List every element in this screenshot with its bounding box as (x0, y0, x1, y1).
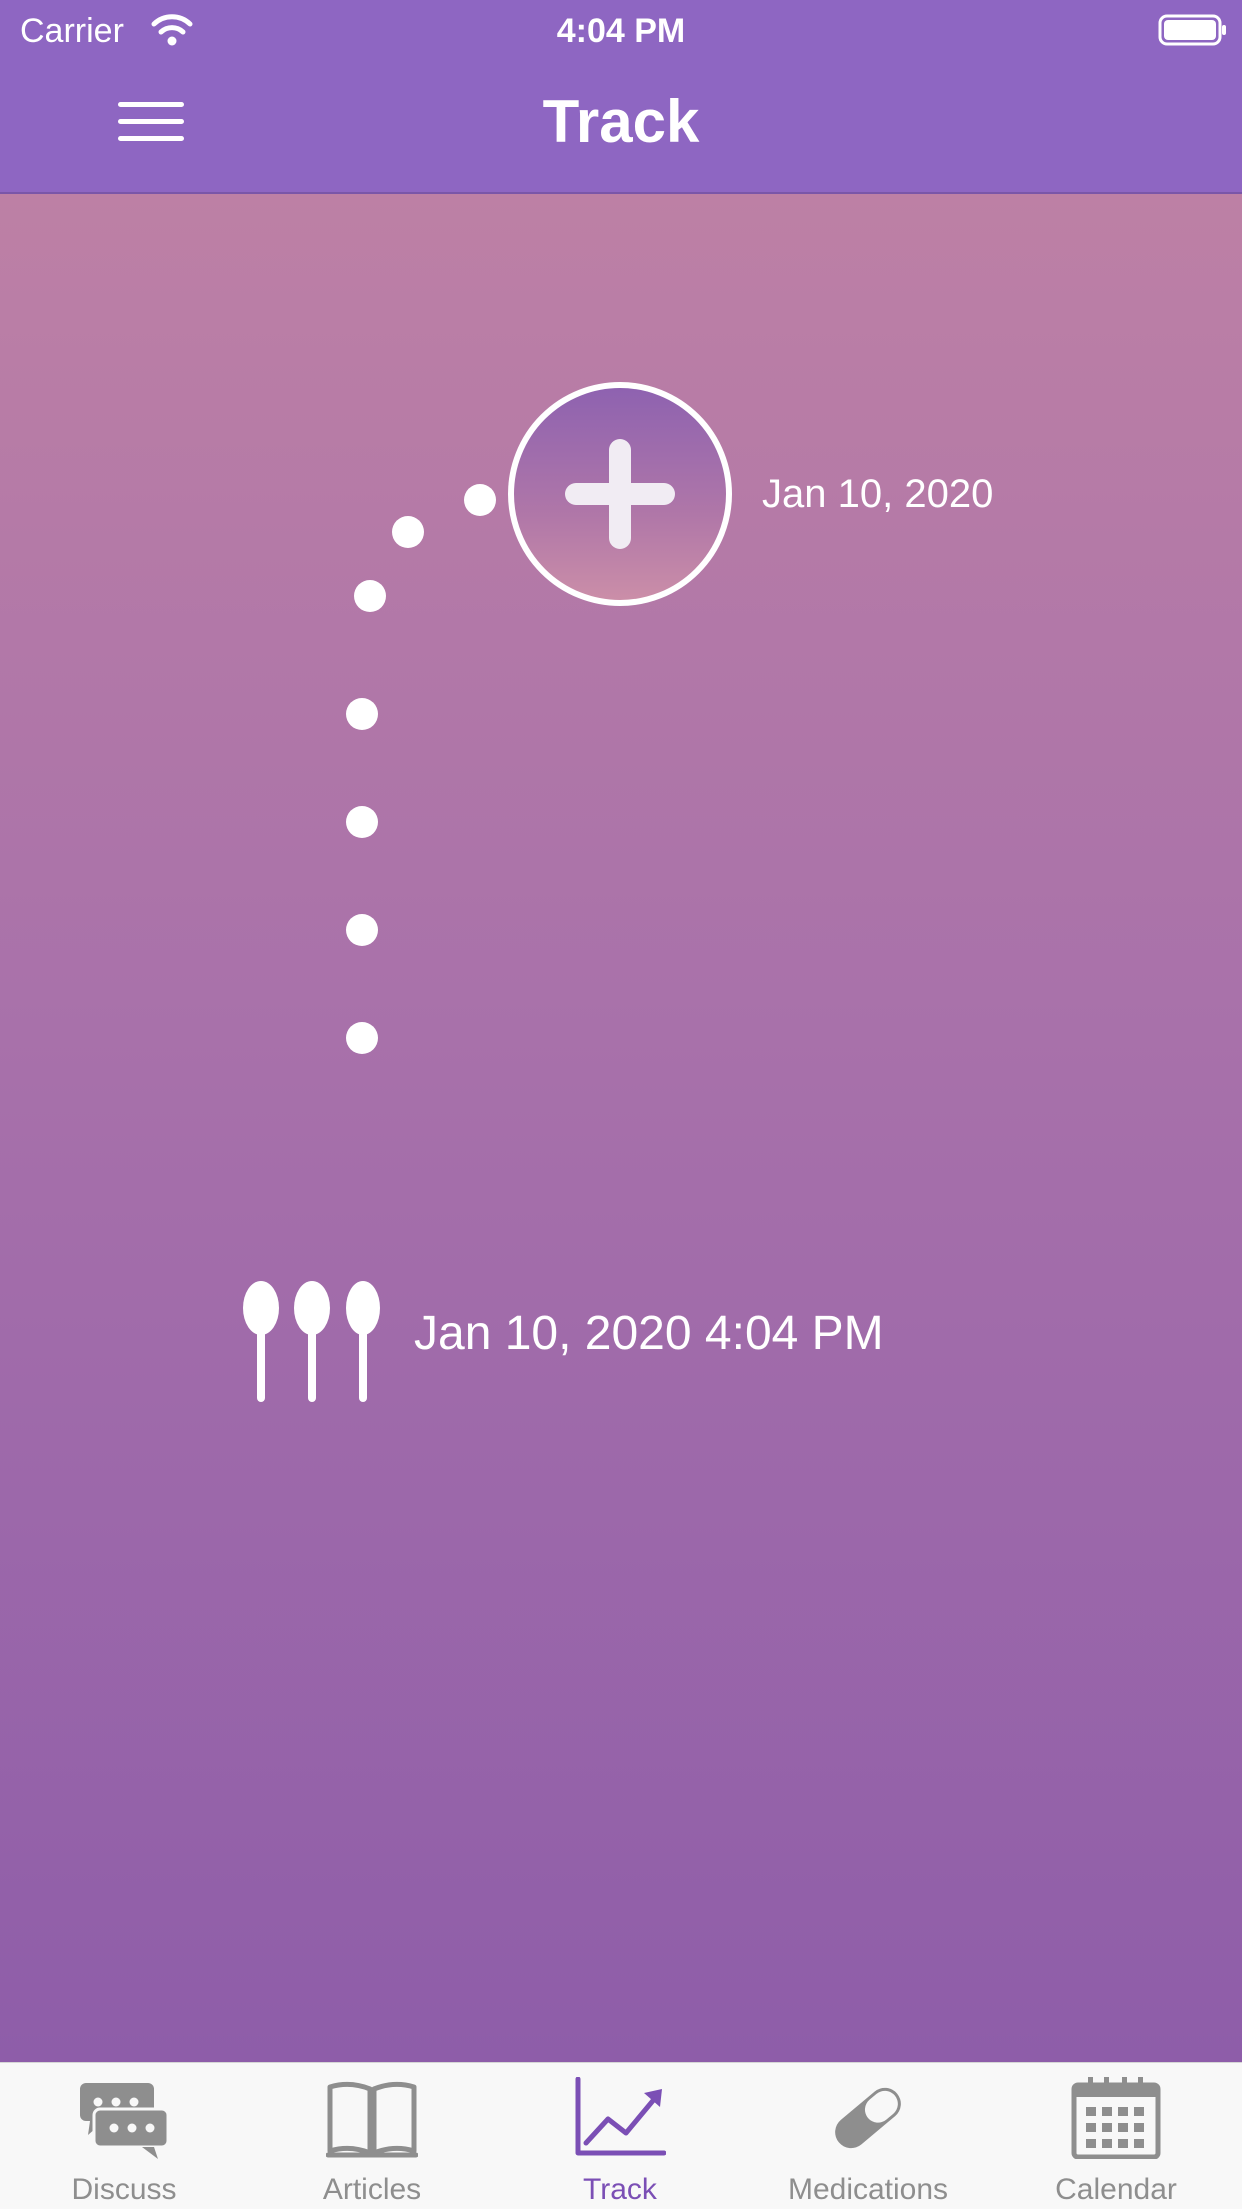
tab-label: Articles (322, 2173, 422, 2206)
battery-icon (1158, 14, 1226, 46)
nav-bar: Track (0, 62, 1242, 194)
status-time: 4:04 PM (556, 12, 686, 50)
entry-timestamp: Jan 10, 2020 4:04 PM (414, 1307, 884, 1360)
calendar-icon (1071, 2077, 1161, 2159)
path-dot (346, 806, 378, 838)
status-bar: Carrier 4:04 PM (0, 0, 1242, 62)
tab-label: Discuss (71, 2173, 177, 2206)
tab-label: Track (583, 2173, 657, 2206)
tab-track[interactable]: Track (496, 2063, 744, 2209)
tab-label: Medications (787, 2173, 949, 2206)
tab-bar: Discuss Articles Track Medications Calen… (0, 2062, 1242, 2209)
tab-label: Calendar (1055, 2173, 1177, 2206)
path-dot (392, 516, 424, 548)
path-dot (464, 484, 496, 516)
path-dot (346, 1022, 378, 1054)
add-entry-date: Jan 10, 2020 (762, 472, 994, 516)
open-book-icon (326, 2081, 418, 2158)
path-dot (346, 914, 378, 946)
path-dot (354, 580, 386, 612)
spoons-icon[interactable] (240, 1280, 380, 1404)
path-dot (346, 698, 378, 730)
tab-calendar[interactable]: Calendar (992, 2063, 1240, 2209)
tab-articles[interactable]: Articles (248, 2063, 496, 2209)
pill-icon (835, 2087, 901, 2149)
trend-chart-icon (575, 2077, 666, 2156)
chat-bubbles-icon (80, 2083, 170, 2159)
page-title: Track (542, 88, 700, 155)
track-content: Jan 10, 2020 Jan 10, 2020 4:04 PM (0, 194, 1242, 2062)
tab-medications[interactable]: Medications (744, 2063, 992, 2209)
tab-discuss[interactable]: Discuss (0, 2063, 248, 2209)
add-entry-button[interactable] (508, 382, 732, 606)
